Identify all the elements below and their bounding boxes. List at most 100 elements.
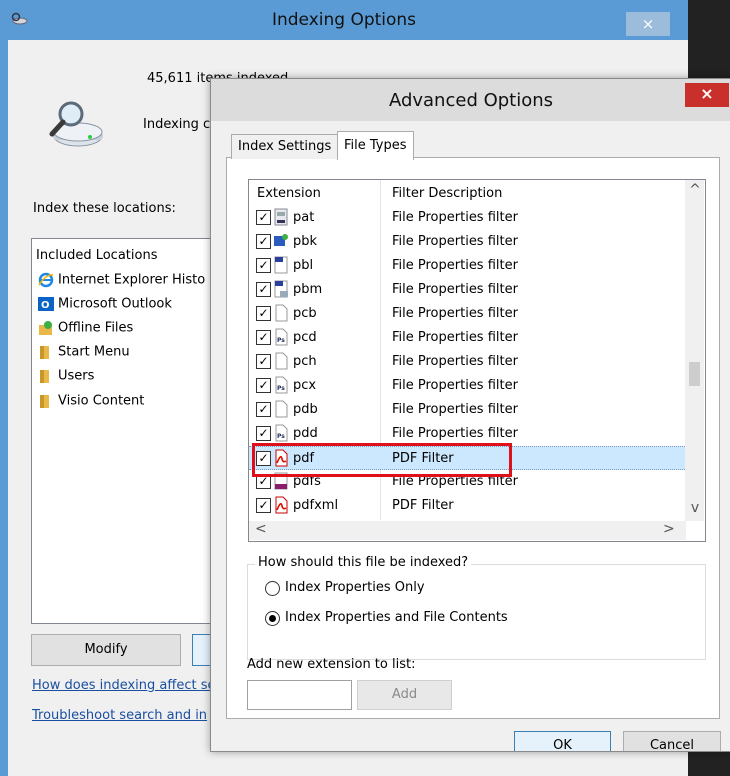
row-checkbox[interactable]: ✓ [256, 378, 271, 393]
pdf-row-highlight-annotation [252, 443, 512, 477]
row-filter-description: File Properties filter [392, 282, 518, 297]
pdf-file-icon [275, 496, 288, 514]
advanced-options-dialog: Advanced Options × Index Settings File T… [210, 78, 730, 752]
folder-icon [40, 370, 49, 383]
row-checkbox[interactable]: ✓ [256, 234, 271, 249]
row-checkbox[interactable]: ✓ [256, 210, 271, 225]
radio-label-properties-and-contents[interactable]: Index Properties and File Contents [285, 610, 508, 625]
row-extension: pch [293, 354, 317, 369]
row-checkbox[interactable]: ✓ [256, 330, 271, 345]
row-extension: pcx [293, 378, 317, 393]
location-item[interactable]: Visio Content [38, 393, 144, 413]
file-type-row[interactable]: ✓ pbm File Properties filter [249, 278, 685, 302]
file-type-row[interactable]: ✓ pch File Properties filter [249, 350, 685, 374]
row-extension: pbm [293, 282, 323, 297]
row-filter-description: File Properties filter [392, 306, 518, 321]
file-type-row[interactable]: ✓ pdfxml PDF Filter [249, 494, 685, 518]
location-item[interactable]: Users [38, 368, 94, 388]
vertical-scrollbar[interactable] [685, 180, 704, 521]
add-extension-label: Add new extension to list: [247, 657, 416, 672]
new-extension-input[interactable] [247, 680, 352, 710]
ok-button[interactable]: OK [514, 731, 611, 751]
file-type-row[interactable]: ✓ pcb File Properties filter [249, 302, 685, 326]
pattern-file-icon [274, 208, 288, 226]
file-type-row[interactable]: ✓ pat File Properties filter [249, 206, 685, 230]
row-checkbox[interactable]: ✓ [256, 426, 271, 441]
tab-file-types[interactable]: File Types [337, 131, 414, 160]
radio-label-properties-only[interactable]: Index Properties Only [285, 580, 425, 595]
svg-text:Ps: Ps [277, 385, 285, 392]
blank-file-icon [275, 400, 288, 418]
photoshop-file-icon: Ps [275, 424, 288, 442]
svg-text:Ps: Ps [277, 433, 285, 440]
column-header-extension[interactable]: Extension [257, 186, 321, 201]
location-item[interactable]: O Microsoft Outlook [38, 296, 172, 316]
scroll-left-arrow-icon[interactable]: < [255, 521, 267, 537]
location-label: Internet Explorer Histo [58, 272, 206, 288]
advanced-dialog-title: Advanced Options [388, 90, 554, 111]
tab-index-settings[interactable]: Index Settings [231, 134, 339, 159]
pbl-file-icon [274, 256, 288, 274]
indexing-drive-search-icon [49, 101, 103, 147]
location-label: Start Menu [58, 344, 130, 360]
scroll-up-arrow-icon[interactable]: ^ [686, 182, 704, 198]
row-filter-description: File Properties filter [392, 402, 518, 417]
offline-files-icon [39, 321, 52, 335]
cancel-button[interactable]: Cancel [623, 731, 721, 751]
horizontal-scrollbar[interactable]: < > [249, 521, 686, 540]
modify-button[interactable]: Modify [31, 634, 181, 666]
row-checkbox[interactable]: ✓ [256, 282, 271, 297]
outlook-icon: O [38, 297, 54, 311]
row-extension: pcb [293, 306, 317, 321]
blank-file-icon [275, 352, 288, 370]
location-label: Offline Files [58, 320, 134, 336]
row-extension: pdfxml [293, 498, 339, 513]
file-type-row[interactable]: ✓ Ps pcx File Properties filter [249, 374, 685, 398]
column-header-filter-description[interactable]: Filter Description [392, 186, 502, 201]
indexing-help-link[interactable]: How does indexing affect se [32, 678, 215, 693]
scroll-down-arrow-icon[interactable]: v [686, 500, 704, 516]
index-method-question: How should this file be indexed? [255, 555, 472, 570]
add-extension-button[interactable]: Add [357, 680, 452, 710]
radio-index-properties-only[interactable] [265, 581, 280, 596]
vertical-scroll-thumb[interactable] [689, 362, 700, 386]
troubleshoot-link[interactable]: Troubleshoot search and in [32, 708, 207, 723]
file-types-header: Extension Filter Description [249, 180, 685, 206]
location-item[interactable]: Internet Explorer Histo [38, 272, 205, 292]
folder-icon [40, 346, 49, 359]
row-checkbox[interactable]: ✓ [256, 402, 271, 417]
file-type-row[interactable]: ✓ pdb File Properties filter [249, 398, 685, 422]
location-item[interactable]: Offline Files [38, 320, 133, 340]
scroll-right-arrow-icon[interactable]: > [663, 521, 675, 537]
file-type-row[interactable]: ✓ pbk File Properties filter [249, 230, 685, 254]
row-checkbox[interactable]: ✓ [256, 258, 271, 273]
location-label: Users [58, 368, 95, 384]
file-type-row[interactable]: ✓ pbl File Properties filter [249, 254, 685, 278]
file-type-row[interactable]: ✓ Ps pcd File Properties filter [249, 326, 685, 350]
row-filter-description: File Properties filter [392, 378, 518, 393]
file-types-list[interactable]: Extension Filter Description ✓ pat File … [248, 179, 706, 542]
row-checkbox[interactable]: ✓ [256, 498, 271, 513]
advanced-close-button[interactable]: × [685, 83, 729, 107]
row-filter-description: File Properties filter [392, 330, 518, 345]
row-checkbox[interactable]: ✓ [256, 306, 271, 321]
svg-text:O: O [41, 300, 50, 311]
row-extension: pbk [293, 234, 318, 249]
radio-selected-dot [269, 615, 276, 622]
photoshop-file-icon: Ps [275, 376, 288, 394]
row-filter-description: File Properties filter [392, 210, 518, 225]
location-item[interactable]: Start Menu [38, 344, 130, 364]
row-filter-description: File Properties filter [392, 354, 518, 369]
row-checkbox[interactable]: ✓ [256, 354, 271, 369]
row-filter-description: File Properties filter [392, 234, 518, 249]
indexing-close-button[interactable]: × [626, 12, 670, 36]
row-filter-description: File Properties filter [392, 426, 518, 441]
blank-file-icon [275, 304, 288, 322]
row-filter-description: File Properties filter [392, 258, 518, 273]
row-extension: pcd [293, 330, 317, 345]
row-extension: pdb [293, 402, 318, 417]
row-extension: pbl [293, 258, 314, 273]
indexing-status-text: Indexing c [143, 117, 211, 132]
radio-index-properties-and-contents[interactable] [265, 611, 280, 626]
included-locations-header[interactable]: Included Locations [36, 248, 157, 263]
